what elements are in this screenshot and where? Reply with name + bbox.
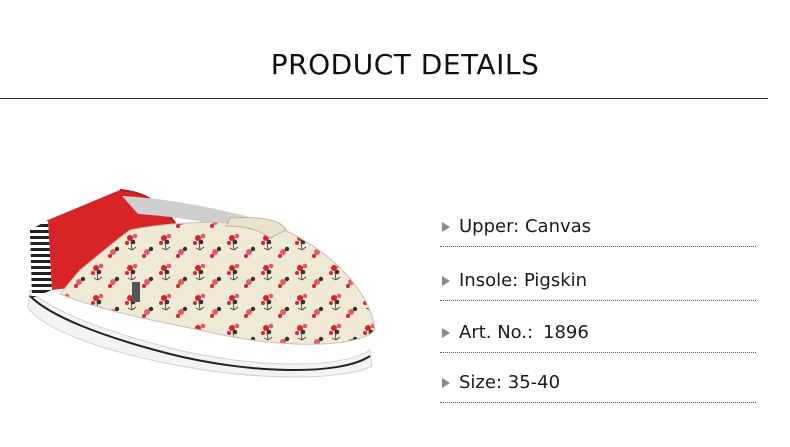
detail-label: Insole: Pigskin bbox=[459, 270, 588, 291]
detail-row-upper: Upper: Canvas bbox=[440, 210, 756, 247]
detail-label: Upper: Canvas bbox=[459, 216, 592, 237]
detail-value: 1896 bbox=[543, 322, 589, 343]
detail-label: Art. No.: bbox=[459, 322, 534, 343]
detail-row-size: Size: 35-40 bbox=[440, 366, 756, 403]
triangle-bullet-icon bbox=[442, 378, 450, 388]
detail-label: Size: 35-40 bbox=[459, 372, 561, 393]
shoe-image bbox=[27, 189, 376, 378]
triangle-bullet-icon bbox=[442, 276, 450, 286]
triangle-bullet-icon bbox=[442, 222, 450, 232]
detail-row-art-no: Art. No.: 1896 bbox=[440, 316, 756, 353]
detail-row-insole: Insole: Pigskin bbox=[440, 264, 756, 301]
triangle-bullet-icon bbox=[442, 328, 450, 338]
product-image bbox=[20, 170, 400, 380]
title-divider bbox=[0, 98, 768, 99]
page-title: PRODUCT DETAILS bbox=[270, 48, 540, 81]
